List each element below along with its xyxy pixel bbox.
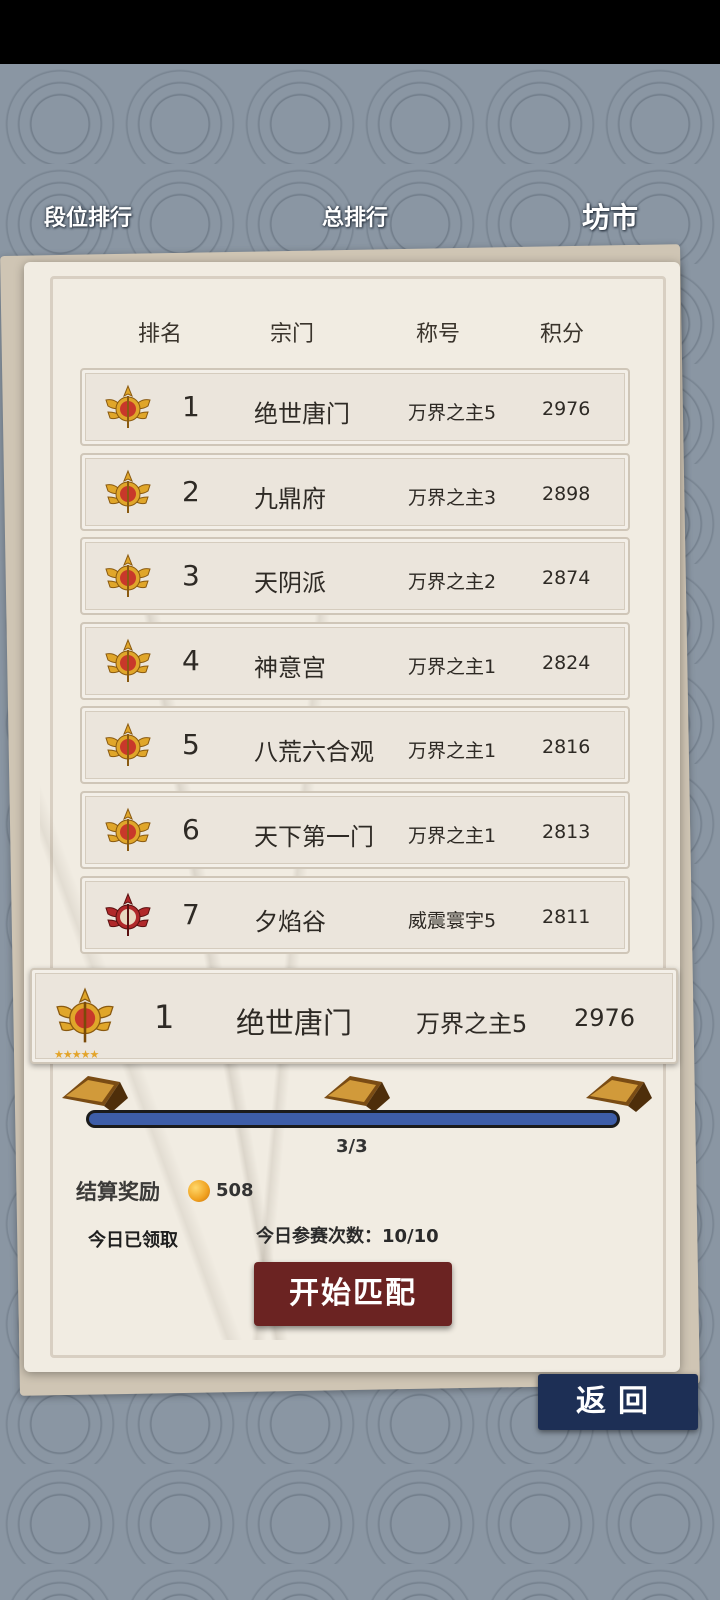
my-rank: 1	[154, 998, 175, 1036]
row-rank: 7	[182, 897, 200, 931]
table-row[interactable]: 4 神意宫 万界之主1 2824	[80, 621, 630, 700]
row-sect: 天阴派	[254, 569, 326, 598]
status-bar	[0, 0, 720, 64]
coin-icon	[188, 1180, 210, 1202]
medal-icon	[105, 892, 151, 936]
medal-icon	[105, 553, 151, 598]
row-rank: 4	[182, 643, 200, 677]
header-title: 称号	[416, 322, 461, 347]
table-row[interactable]: 5 八荒六合观 万界之主1 2816	[80, 706, 630, 785]
row-score: 2824	[542, 651, 591, 674]
header-score: 积分	[540, 322, 585, 347]
row-title: 万界之主2	[408, 571, 497, 594]
row-score: 2976	[542, 398, 591, 420]
row-score: 2898	[542, 482, 591, 505]
row-title: 万界之主5	[408, 402, 497, 424]
row-score: 2811	[542, 905, 591, 928]
my-sect-name: 绝世唐门	[236, 1006, 353, 1040]
row-rank: 2	[182, 474, 200, 508]
row-title: 万界之主1	[408, 825, 497, 847]
row-sect: 九鼎府	[254, 484, 326, 513]
row-sect: 天下第一门	[254, 823, 374, 851]
row-score: 2816	[542, 736, 591, 759]
row-rank: 6	[182, 813, 200, 846]
medal-icon	[105, 723, 151, 767]
row-title: 万界之主1	[408, 655, 497, 678]
start-match-button[interactable]: 开始匹配	[254, 1262, 452, 1326]
header-sect: 宗门	[270, 322, 315, 347]
table-row[interactable]: 2 九鼎府 万界之主3 2898	[80, 452, 630, 531]
table-row[interactable]: 3 天阴派 万界之主2 2874	[80, 537, 630, 616]
reward-value: 508	[216, 1180, 254, 1201]
row-sect: 夕焰谷	[254, 907, 326, 936]
tab-market[interactable]: 坊市	[582, 196, 638, 236]
table-row[interactable]: 7 夕焰谷 威震寰宇5 2811	[80, 875, 630, 954]
medal-icon	[105, 469, 151, 513]
row-rank: 1	[182, 390, 200, 423]
chest-icon[interactable]	[582, 1068, 656, 1114]
row-title: 万界之主3	[408, 486, 497, 509]
reward-label: 结算奖励	[76, 1180, 160, 1204]
header-rank: 排名	[138, 322, 183, 347]
tab-rank-total[interactable]: 总排行	[322, 200, 388, 232]
medal-icon	[105, 807, 151, 851]
row-score: 2813	[542, 821, 591, 843]
chest-icon[interactable]	[58, 1068, 132, 1114]
chest-icon[interactable]	[320, 1068, 394, 1114]
row-sect: 绝世唐门	[254, 400, 350, 428]
my-score: 2976	[574, 1004, 636, 1032]
medal-icon	[56, 987, 114, 1043]
claimed-status: 今日已领取	[88, 1230, 178, 1251]
table-row[interactable]: 1 绝世唐门 万界之主5 2976	[80, 368, 630, 446]
progress-fill	[89, 1113, 617, 1125]
medal-icon	[105, 384, 151, 428]
back-button[interactable]: 返回	[538, 1374, 698, 1430]
star-rating: ★★★★★	[54, 1048, 99, 1061]
match-count: 今日参赛次数：10/10	[256, 1226, 439, 1247]
reward-progress-bar	[86, 1110, 620, 1128]
my-title: 万界之主5	[416, 1010, 528, 1038]
row-score: 2874	[542, 567, 591, 590]
table-row[interactable]: 6 天下第一门 万界之主1 2813	[80, 791, 630, 869]
row-title: 威震寰宇5	[408, 909, 497, 932]
row-rank: 3	[182, 559, 200, 593]
row-rank: 5	[182, 728, 200, 762]
medal-icon	[105, 638, 151, 682]
my-sect-row: ★★★★★ 1 绝世唐门 万界之主5 2976	[30, 968, 678, 1064]
progress-text: 3/3	[336, 1136, 368, 1157]
row-title: 万界之主1	[408, 740, 497, 763]
row-sect: 八荒六合观	[254, 738, 374, 767]
tab-rank-tier[interactable]: 段位排行	[44, 200, 132, 232]
row-sect: 神意宫	[254, 653, 326, 682]
